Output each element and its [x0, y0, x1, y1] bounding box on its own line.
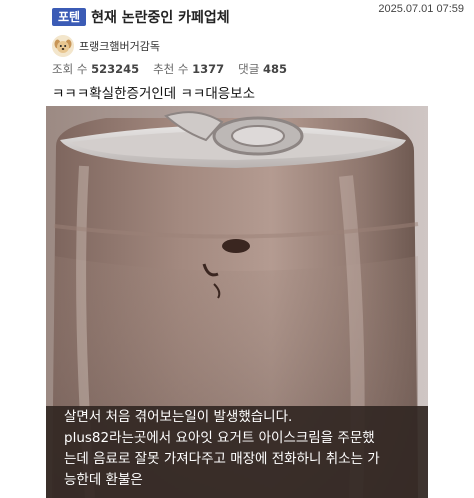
image-caption: 살면서 처음 겪어보는일이 발생했습니다. plus82라는곳에서 요아잇 요거…: [46, 407, 428, 498]
author-row[interactable]: 프랭크햄버거감독: [52, 35, 160, 57]
puppy-avatar-icon: [52, 35, 74, 57]
caption-line-2: plus82라는곳에서 요아잇 요거트 아이스크림을 주문했: [64, 430, 375, 446]
author-name[interactable]: 프랭크햄버거감독: [79, 38, 160, 54]
comments-stat[interactable]: 댓글 485: [238, 61, 287, 77]
post-stats: 조회 수 523245 추천 수 1377 댓글 485: [52, 61, 287, 77]
caption-line-3: 는데 음료로 잘못 가져다주고 매장에 전화하니 취소는 가: [64, 451, 380, 467]
post-body-text: ㅋㅋㅋ확실한증거인데 ㅋㅋ대응보소: [52, 86, 256, 102]
category-badge[interactable]: 포텐: [52, 8, 87, 26]
caption-line-1: 살면서 처음 겪어보는일이 발생했습니다.: [64, 409, 293, 425]
post-datetime: 2025.07.01 07:59: [378, 3, 464, 15]
post-title: 현재 논란중인 카페업체: [91, 10, 230, 26]
likes-stat: 추천 수 1377: [153, 62, 225, 76]
caption-line-4: 능한데 환불은: [64, 472, 143, 488]
views-stat: 조회 수 523245: [52, 62, 140, 76]
